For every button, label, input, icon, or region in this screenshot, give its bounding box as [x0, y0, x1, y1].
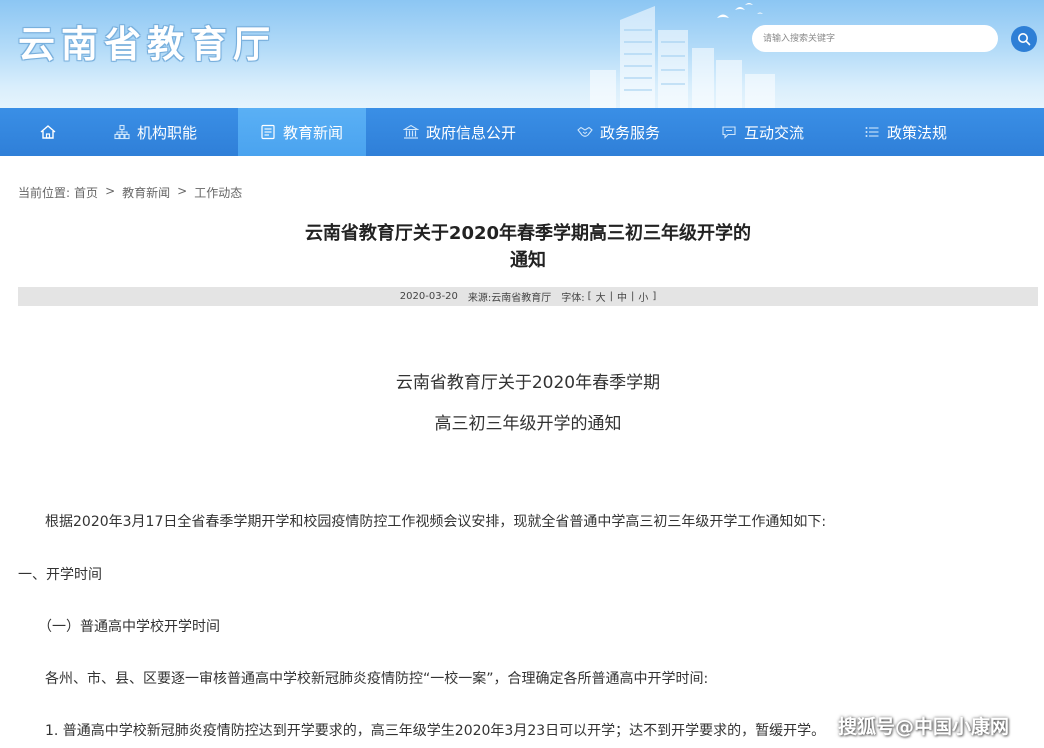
font-size-medium-button[interactable]: 中 — [617, 289, 627, 304]
list-icon — [865, 127, 879, 137]
search-input[interactable] — [752, 25, 998, 52]
main-nav: 机构职能 教育新闻 政府信息公开 政务服务 互动交流 政策法规 — [0, 108, 1044, 156]
article-date: 2020-03-20 — [399, 291, 458, 302]
building-org-icon — [114, 124, 130, 140]
article-title-line1: 云南省教育厅关于2020年春季学期高三初三年级开学的 — [304, 223, 752, 244]
search-button[interactable] — [1011, 26, 1037, 52]
newspaper-icon — [261, 124, 275, 140]
home-icon — [40, 125, 56, 139]
article-title-line2: 通知 — [510, 250, 546, 271]
government-icon — [403, 124, 419, 139]
font-divider: | — [630, 291, 635, 302]
breadcrumb-separator: > — [177, 184, 188, 198]
nav-item-gov-services[interactable]: 政务服务 — [577, 108, 660, 156]
breadcrumb-link-home[interactable]: 首页 — [74, 184, 98, 201]
font-bracket-close: ] — [652, 291, 657, 302]
section-heading: 一、开学时间 — [18, 567, 102, 583]
font-size-large-button[interactable]: 大 — [596, 289, 606, 304]
breadcrumb-prefix: 当前位置: — [18, 186, 71, 200]
article-title: 云南省教育厅关于2020年春季学期高三初三年级开学的 通知 — [18, 220, 1038, 274]
search-icon — [1018, 33, 1031, 46]
subsection-heading: （一）普通高中学校开学时间 — [38, 619, 220, 635]
article-meta-bar: 2020-03-20 来源:云南省教育厅 字体: [ 大 | 中 | 小 ] — [18, 287, 1038, 306]
breadcrumb-separator: > — [105, 184, 116, 198]
paragraph-body: 各州、市、县、区要逐一审核普通高中学校新冠肺炎疫情防控“一校一案”，合理确定各所… — [45, 671, 709, 687]
nav-home[interactable] — [34, 108, 62, 156]
nav-item-label: 互动交流 — [744, 123, 805, 142]
breadcrumb-link-news[interactable]: 教育新闻 — [122, 184, 170, 201]
body-title-line1: 云南省教育厅关于2020年春季学期 — [395, 373, 661, 393]
nav-item-education-news[interactable]: 教育新闻 — [238, 108, 366, 156]
nav-item-label: 政府信息公开 — [426, 123, 517, 142]
nav-item-label: 政策法规 — [887, 123, 948, 142]
nav-item-label: 教育新闻 — [283, 123, 344, 142]
font-divider: | — [609, 291, 613, 302]
breadcrumb: 当前位置: 首页 > 教育新闻 > 工作动态 — [18, 184, 242, 201]
nav-item-label: 政务服务 — [600, 123, 661, 142]
nav-item-label: 机构职能 — [137, 123, 198, 142]
header-banner: 云南省教育厅 — [0, 0, 1044, 108]
paragraph-intro: 根据2020年3月17日全省春季学期开学和校园疫情防控工作视频会议安排，现就全省… — [45, 514, 827, 530]
site-title[interactable]: 云南省教育厅 — [18, 14, 276, 68]
nav-item-interaction[interactable]: 互动交流 — [721, 108, 804, 156]
body-title-line2: 高三初三年级开学的通知 — [434, 414, 622, 434]
nav-item-gov-info[interactable]: 政府信息公开 — [403, 108, 516, 156]
watermark: 搜狐号@中国小康网 — [838, 716, 1010, 738]
font-size-small-button[interactable]: 小 — [638, 289, 648, 304]
article-source: 来源:云南省教育厅 — [467, 293, 552, 304]
font-size-label: 字体: — [561, 293, 585, 304]
paragraph-item-1: 1. 普通高中学校新冠肺炎疫情防控达到开学要求的，高三年级学生2020年3月23… — [45, 723, 826, 739]
breadcrumb-link-work[interactable]: 工作动态 — [194, 184, 242, 201]
nav-item-policy[interactable]: 政策法规 — [864, 108, 947, 156]
nav-item-org-functions[interactable]: 机构职能 — [114, 108, 197, 156]
font-bracket-open: [ — [587, 291, 592, 302]
handshake-icon — [577, 126, 593, 137]
chat-icon — [722, 126, 736, 139]
